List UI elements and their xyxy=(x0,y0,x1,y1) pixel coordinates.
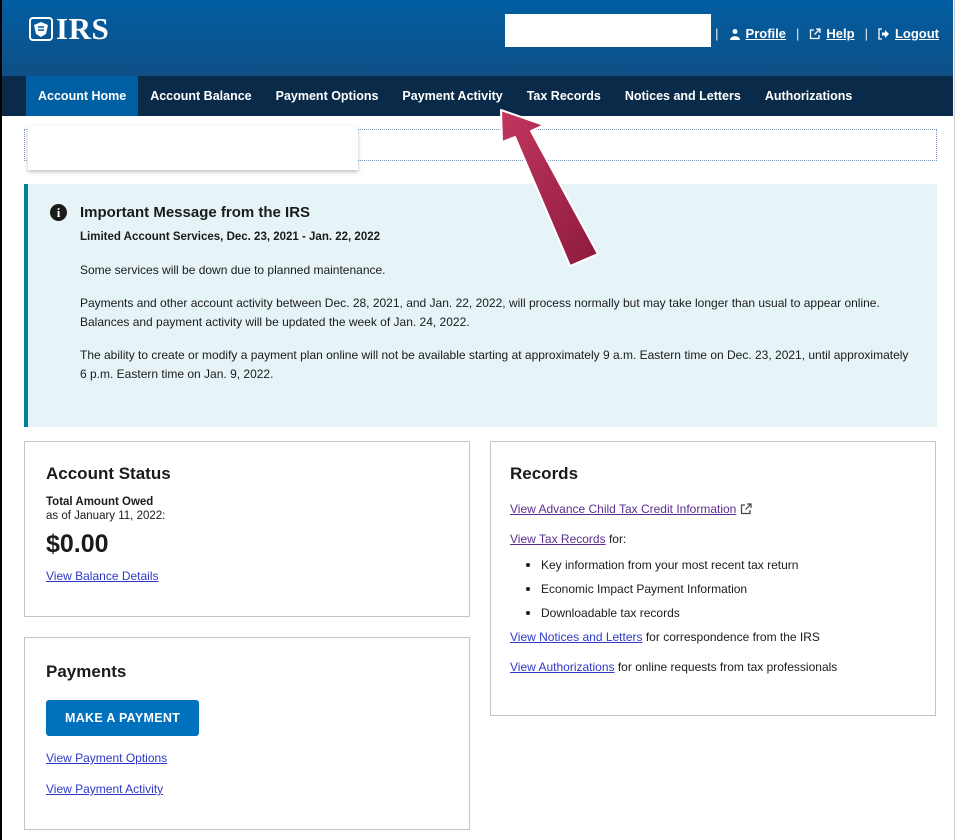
view-tax-records-link[interactable]: View Tax Records xyxy=(510,532,606,546)
payments-card: Payments MAKE A PAYMENT View Payment Opt… xyxy=(24,637,470,830)
view-notices-letters-link[interactable]: View Notices and Letters xyxy=(510,630,643,644)
total-owed-label: Total Amount Owed xyxy=(46,496,154,508)
alert-title: Important Message from the IRS xyxy=(80,204,311,221)
alert-paragraph: The ability to create or modify a paymen… xyxy=(80,348,909,381)
logout-link[interactable]: Logout xyxy=(878,26,939,41)
nav-payment-activity[interactable]: Payment Activity xyxy=(390,76,514,116)
nav-authorizations[interactable]: Authorizations xyxy=(753,76,865,116)
list-item: Economic Impact Payment Information xyxy=(526,582,916,596)
as-of-date: as of January 11, 2022: xyxy=(46,510,166,522)
nav-tax-records[interactable]: Tax Records xyxy=(515,76,613,116)
child-tax-credit-link[interactable]: View Advance Child Tax Credit Informatio… xyxy=(510,502,736,516)
profile-link[interactable]: Profile xyxy=(729,26,786,41)
nav-notices-letters[interactable]: Notices and Letters xyxy=(613,76,753,116)
records-title: Records xyxy=(510,464,579,483)
nav-payment-options[interactable]: Payment Options xyxy=(264,76,391,116)
site-header: IRS | Profile | Help | Logout xyxy=(2,0,953,76)
important-message-alert: i Important Message from the IRS Limited… xyxy=(24,184,937,427)
list-item: Key information from your most recent ta… xyxy=(526,558,916,572)
external-link-icon xyxy=(741,503,752,515)
redacted-search-area xyxy=(505,14,711,47)
view-payment-options-link[interactable]: View Payment Options xyxy=(46,751,448,765)
logout-icon xyxy=(878,27,889,40)
account-status-title: Account Status xyxy=(46,464,171,483)
alert-paragraph: Some services will be down due to planne… xyxy=(80,263,386,277)
payments-title: Payments xyxy=(46,662,127,681)
user-icon xyxy=(729,28,740,40)
view-payment-activity-link[interactable]: View Payment Activity xyxy=(46,782,448,796)
list-item: Downloadable tax records xyxy=(526,606,916,620)
view-balance-details-link[interactable]: View Balance Details xyxy=(46,569,159,583)
external-link-icon xyxy=(810,27,822,39)
amount-owed: $0.00 xyxy=(46,530,109,558)
eagle-icon xyxy=(29,17,53,41)
view-authorizations-link[interactable]: View Authorizations xyxy=(510,660,615,674)
info-icon: i xyxy=(50,204,67,221)
alert-paragraph: Payments and other account activity betw… xyxy=(80,296,880,329)
nav-account-balance[interactable]: Account Balance xyxy=(138,76,263,116)
tax-records-list: Key information from your most recent ta… xyxy=(526,558,916,620)
logo-text: IRS xyxy=(56,11,110,46)
nav-account-home[interactable]: Account Home xyxy=(26,76,139,116)
irs-logo[interactable]: IRS xyxy=(28,11,110,46)
redacted-welcome-name xyxy=(28,126,358,170)
utility-links: | Profile | Help | Logout xyxy=(715,26,939,41)
make-payment-button[interactable]: MAKE A PAYMENT xyxy=(46,700,200,736)
alert-subtitle: Limited Account Services, Dec. 23, 2021 … xyxy=(80,231,381,243)
help-link[interactable]: Help xyxy=(809,26,855,41)
records-card: Records View Advance Child Tax Credit In… xyxy=(490,441,936,716)
account-status-card: Account Status Total Amount Owed as of J… xyxy=(24,441,470,617)
main-nav: Account Home Account Balance Payment Opt… xyxy=(2,76,953,116)
